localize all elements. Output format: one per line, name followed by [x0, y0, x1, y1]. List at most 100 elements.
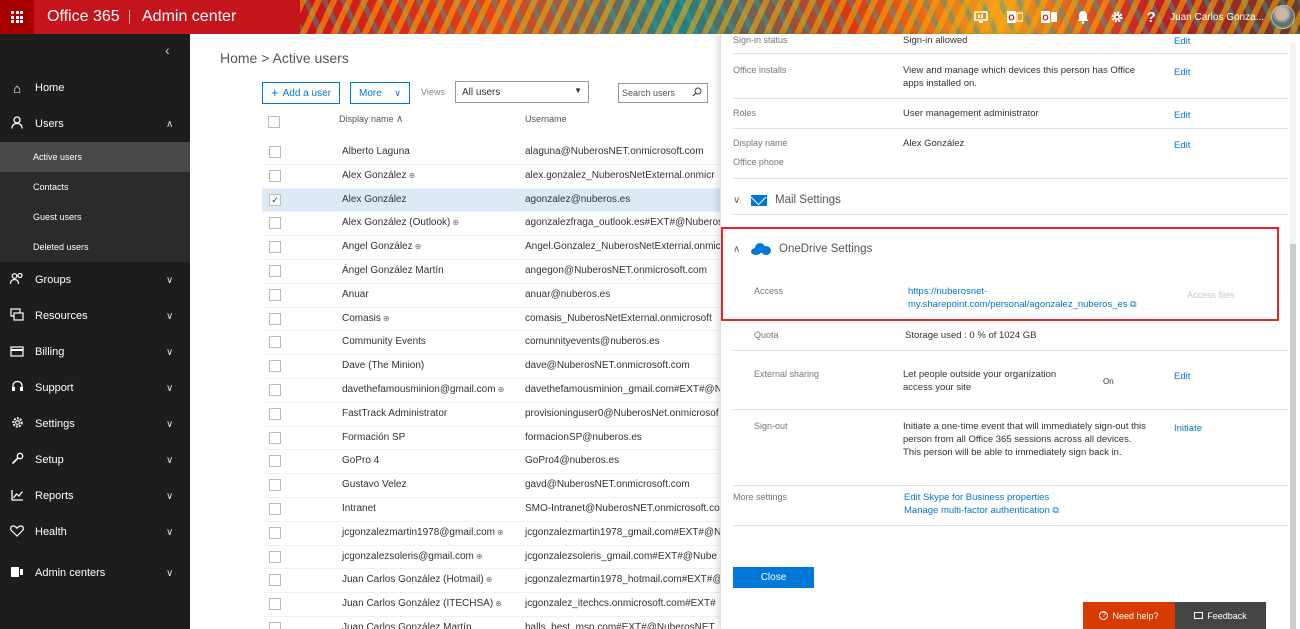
- nav-item-users[interactable]: Users ∧: [0, 106, 190, 142]
- display-name-cell[interactable]: Angel González ⊕: [342, 241, 421, 252]
- more-button[interactable]: More ∨: [350, 82, 410, 104]
- row-checkbox[interactable]: [269, 146, 281, 158]
- nav-sub-contacts[interactable]: Contacts: [0, 172, 190, 202]
- display-name-cell[interactable]: Alberto Laguna: [342, 146, 410, 157]
- nav-sub-deleted-users[interactable]: Deleted users: [0, 232, 190, 262]
- table-row[interactable]: Juan Carlos González Martín balls_best_ms…: [262, 617, 720, 629]
- select-all-checkbox[interactable]: [268, 116, 280, 128]
- display-name-cell[interactable]: jcgonzalezsoleris@gmail.com ⊕: [342, 551, 483, 562]
- mail-settings-header[interactable]: ∨ Mail Settings: [733, 194, 841, 206]
- initiate-sign-out-link[interactable]: Initiate: [1174, 423, 1202, 434]
- display-name-cell[interactable]: Intranet: [342, 503, 376, 514]
- monitor-icon[interactable]: [964, 0, 998, 34]
- display-name-cell[interactable]: Community Events: [342, 336, 426, 347]
- external-sharing-edit-link[interactable]: Edit: [1174, 371, 1190, 382]
- display-name-cell[interactable]: davethefamousminion@gmail.com ⊕: [342, 384, 504, 395]
- table-row[interactable]: Alberto Laguna alaguna@NuberosNET.onmicro…: [262, 141, 720, 165]
- display-name-cell[interactable]: Comasis ⊕: [342, 313, 390, 324]
- table-row[interactable]: FastTrack Administrator provisioninguser0…: [262, 403, 720, 427]
- onedrive-settings-header[interactable]: ∧ OneDrive Settings: [733, 243, 872, 255]
- display-name-cell[interactable]: Ángel González Martín: [342, 265, 444, 276]
- column-header-display-name[interactable]: Display name ∧: [339, 114, 403, 132]
- table-row[interactable]: Angel González ⊕ Angel.Gonzalez_NuberosNet…: [262, 236, 720, 260]
- table-row[interactable]: Dave (The Minion) dave@NuberosNET.onmicro…: [262, 355, 720, 379]
- nav-item-setup[interactable]: Setup ∨: [0, 442, 190, 478]
- office-icon[interactable]: O: [1032, 0, 1066, 34]
- row-checkbox[interactable]: [269, 217, 281, 230]
- row-checkbox[interactable]: [269, 502, 281, 515]
- table-row[interactable]: Intranet SMO-Intranet@NuberosNET.onmicros…: [262, 498, 720, 522]
- close-button[interactable]: Close: [733, 567, 814, 588]
- nav-item-health[interactable]: Health ∨: [0, 514, 190, 550]
- nav-sub-active-users[interactable]: Active users: [0, 142, 190, 172]
- access-files-link[interactable]: Access files: [1187, 290, 1235, 300]
- display-name-cell[interactable]: FastTrack Administrator: [342, 408, 447, 419]
- avatar[interactable]: [1271, 5, 1295, 29]
- table-row[interactable]: Formación SP formacionSP@nuberos.es: [262, 427, 720, 451]
- display-name-cell[interactable]: GoPro 4: [342, 455, 379, 466]
- table-row[interactable]: Community Events comunnityevents@nuberos.…: [262, 331, 720, 356]
- row-checkbox[interactable]: [269, 169, 281, 182]
- row-checkbox[interactable]: [269, 241, 281, 254]
- search-input[interactable]: Search users: [618, 83, 708, 103]
- panel-scrollbar-thumb[interactable]: [1290, 244, 1296, 629]
- nav-item-reports[interactable]: Reports ∨: [0, 478, 190, 514]
- table-row[interactable]: ✓ Alex González agonzalez@nuberos.es: [262, 188, 720, 213]
- table-row[interactable]: davethefamousminion@gmail.com ⊕ davethefam…: [262, 379, 720, 403]
- nav-item-billing[interactable]: Billing ∨: [0, 334, 190, 370]
- display-name-cell[interactable]: jcgonzalezmartin1978@gmail.com ⊕: [342, 527, 504, 538]
- column-header-username[interactable]: Username: [525, 114, 567, 132]
- row-checkbox[interactable]: [269, 550, 281, 563]
- table-row[interactable]: Juan Carlos González (ITECHSA) ⊕ jcgonzale…: [262, 593, 720, 617]
- display-name-cell[interactable]: Alex González (Outlook) ⊕: [342, 217, 459, 228]
- access-link[interactable]: https://nuberosnet- my.sharepoint.com/pe…: [908, 285, 1178, 311]
- app-launcher-button[interactable]: [0, 0, 34, 34]
- row-checkbox[interactable]: [269, 621, 281, 629]
- table-row[interactable]: Ángel González Martín angegon@NuberosNET.…: [262, 260, 720, 284]
- nav-sub-guest-users[interactable]: Guest users: [0, 202, 190, 232]
- row-checkbox[interactable]: [269, 383, 281, 396]
- user-name[interactable]: Juan Carlos Gonza...: [1168, 12, 1268, 23]
- display-name-cell[interactable]: Dave (The Minion): [342, 360, 424, 371]
- need-help-button[interactable]: ? Need help?: [1083, 602, 1175, 629]
- nav-item-home[interactable]: ⌂ Home: [0, 70, 190, 106]
- row-checkbox[interactable]: [269, 526, 281, 539]
- brand-title[interactable]: Office 365: [47, 8, 120, 26]
- table-row[interactable]: Juan Carlos González (Hotmail) ⊕ jcgonzale…: [262, 569, 720, 594]
- office-installs-edit-link[interactable]: Edit: [1174, 67, 1190, 78]
- breadcrumb[interactable]: Home > Active users: [220, 50, 349, 66]
- table-row[interactable]: jcgonzalezsoleris@gmail.com ⊕ jcgonzalezso…: [262, 546, 720, 570]
- add-user-button[interactable]: + Add a user: [262, 82, 340, 104]
- row-checkbox[interactable]: [269, 288, 281, 301]
- row-checkbox[interactable]: [269, 360, 281, 373]
- nav-item-admin-centers[interactable]: Admin centers ∨: [0, 555, 190, 591]
- row-checkbox[interactable]: [269, 407, 281, 420]
- display-name-cell[interactable]: Juan Carlos González (Hotmail) ⊕: [342, 574, 492, 585]
- nav-item-groups[interactable]: Groups ∨: [0, 262, 190, 298]
- roles-edit-link[interactable]: Edit: [1174, 110, 1190, 121]
- table-row[interactable]: Alex González (Outlook) ⊕ agonzalezfraga_o…: [262, 212, 720, 237]
- table-row[interactable]: Gustavo Velez gavd@NuberosNET.onmicrosoft…: [262, 474, 720, 498]
- display-name-edit-link[interactable]: Edit: [1174, 140, 1190, 151]
- display-name-cell[interactable]: Gustavo Velez: [342, 479, 406, 490]
- views-select[interactable]: All users ▼: [455, 81, 589, 103]
- display-name-cell[interactable]: Juan Carlos González (ITECHSA) ⊕: [342, 598, 502, 609]
- row-checkbox[interactable]: [269, 264, 281, 277]
- display-name-cell[interactable]: Alex González ⊕: [342, 170, 415, 181]
- table-row[interactable]: Alex González ⊕ alex.gonzalez_NuberosNetEx…: [262, 165, 720, 189]
- row-checkbox[interactable]: [269, 574, 281, 587]
- nav-item-resources[interactable]: Resources ∨: [0, 298, 190, 334]
- table-row[interactable]: jcgonzalezmartin1978@gmail.com ⊕ jcgonzale…: [262, 522, 720, 546]
- display-name-cell[interactable]: Alex González: [342, 194, 406, 205]
- display-name-cell[interactable]: Juan Carlos González Martín: [342, 622, 472, 629]
- table-row[interactable]: GoPro 4 GoPro4@nuberos.es: [262, 450, 720, 475]
- row-checkbox[interactable]: [269, 455, 281, 468]
- table-row[interactable]: Comasis ⊕ comasis_NuberosNetExternal.onmic…: [262, 308, 720, 332]
- row-checkbox[interactable]: [269, 431, 281, 444]
- feedback-button[interactable]: Feedback: [1175, 602, 1266, 629]
- row-checkbox[interactable]: [269, 479, 281, 492]
- bell-icon[interactable]: [1066, 0, 1100, 34]
- manage-mfa-link[interactable]: Manage multi-factor authentication ⧉: [904, 504, 1059, 517]
- row-checkbox[interactable]: ✓: [269, 193, 281, 206]
- edit-skype-link[interactable]: Edit Skype for Business properties: [904, 491, 1059, 504]
